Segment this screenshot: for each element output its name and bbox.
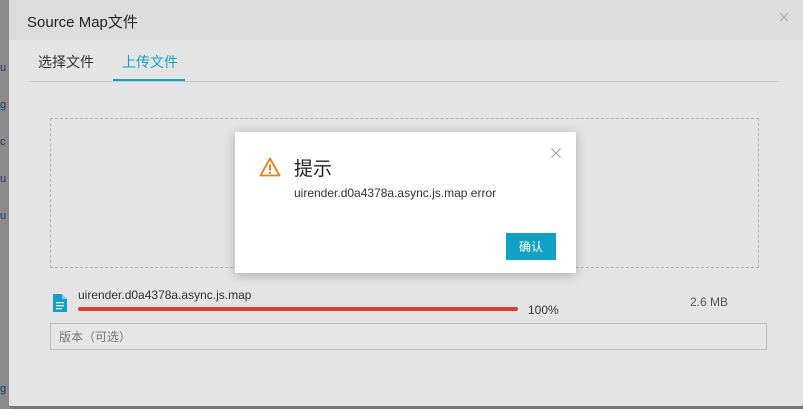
version-input[interactable]	[50, 323, 767, 350]
background-link-fragment: g	[0, 383, 7, 395]
dialog-tabs: 选择文件 上传文件	[29, 40, 779, 82]
upload-progress-bar	[78, 307, 518, 311]
file-name: uirender.d0a4378a.async.js.map	[78, 288, 252, 302]
alert-modal: 提示 uirender.d0a4378a.async.js.map error …	[235, 132, 576, 273]
alert-title: 提示	[294, 159, 333, 180]
tab-upload-file[interactable]: 上传文件	[122, 52, 178, 72]
close-icon[interactable]	[551, 148, 561, 158]
background-link-fragment: g	[0, 99, 7, 111]
warning-icon	[259, 157, 281, 177]
upload-progress-percent: 100%	[528, 303, 559, 317]
background-link-fragment: u	[0, 173, 7, 185]
upload-progress-fill	[78, 307, 518, 311]
close-icon[interactable]	[777, 10, 791, 24]
file-icon	[53, 294, 67, 312]
dialog-title: Source Map文件	[27, 14, 138, 31]
active-tab-indicator	[113, 79, 185, 81]
upload-file-item: uirender.d0a4378a.async.js.map 100% 2.6 …	[50, 285, 759, 321]
alert-message: uirender.d0a4378a.async.js.map error	[294, 186, 497, 200]
dialog-header: Source Map文件	[9, 0, 803, 40]
background-link-fragment: c	[0, 136, 6, 148]
file-size: 2.6 MB	[690, 295, 729, 309]
tab-select-file[interactable]: 选择文件	[38, 52, 94, 72]
confirm-button[interactable]: 确认	[506, 233, 556, 260]
background-link-fragment: u	[0, 62, 7, 74]
background-link-fragment: u	[0, 210, 7, 222]
